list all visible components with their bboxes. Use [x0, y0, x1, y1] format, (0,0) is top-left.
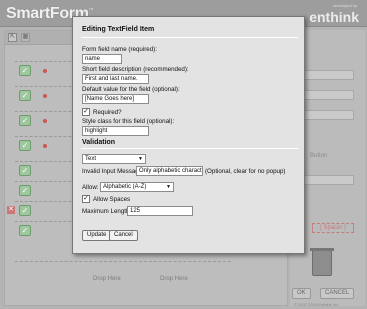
drop-zone-row — [15, 261, 231, 279]
dialog-title: Editing TextField Item — [82, 26, 155, 33]
field-name-input[interactable]: name — [82, 54, 122, 64]
edit-check-icon[interactable]: ✓ — [19, 205, 31, 216]
validation-type-value: Text — [85, 156, 97, 162]
update-button[interactable]: Update — [82, 230, 112, 241]
trash-icon[interactable] — [310, 248, 334, 276]
title-divider — [81, 37, 298, 38]
edit-textfield-dialog: Editing TextField Item Form field name (… — [72, 16, 305, 254]
style-class-input[interactable]: highlight — [82, 126, 149, 136]
invalid-message-hint: (Optional, clear for no popup) — [205, 168, 286, 175]
invalid-message-label: Invalid Input Message: — [82, 168, 144, 175]
ok-button[interactable]: OK — [292, 288, 311, 299]
max-length-input[interactable]: 125 — [127, 206, 193, 216]
required-checkbox[interactable]: ✓ — [82, 108, 90, 116]
style-class-label: Style class for this field (optional): — [82, 118, 175, 125]
cancel-main-label: CANCEL — [325, 290, 350, 296]
invalid-message-input[interactable]: Only alphabetic characters — [136, 166, 203, 176]
edit-check-icon[interactable]: ✓ — [19, 185, 31, 196]
required-label: Required? — [93, 109, 122, 116]
layout-icon[interactable]: ⇱ — [8, 33, 17, 42]
logo-tm: ™ — [88, 7, 94, 14]
edit-check-icon[interactable]: ✓ — [19, 65, 31, 76]
default-value-input[interactable]: [Name Goes here] — [82, 94, 149, 104]
required-dot-icon — [43, 69, 47, 73]
edit-check-icon[interactable]: ✓ — [19, 90, 31, 101]
edit-check-icon[interactable]: ✓ — [19, 165, 31, 176]
copyright-text: © 2007-2010 Enthink Inc. — [294, 302, 340, 307]
palette-item[interactable] — [298, 90, 354, 100]
allow-label: Allow: — [82, 184, 99, 191]
validation-heading: Validation — [82, 139, 116, 146]
chevron-down-icon: ▼ — [138, 156, 143, 162]
grid-icon[interactable]: ▦ — [21, 33, 30, 42]
allow-value: Alphabetic (A-Z) — [103, 184, 147, 190]
allow-spaces-label: Allow Spaces — [93, 196, 131, 203]
required-dot-icon — [43, 94, 47, 98]
edit-check-icon[interactable]: ✓ — [19, 115, 31, 126]
required-dot-icon — [43, 119, 47, 123]
validation-divider — [81, 148, 298, 149]
cancel-main-button[interactable]: CANCEL — [320, 288, 355, 299]
required-dot-icon — [43, 144, 47, 148]
cancel-button[interactable]: Cancel — [109, 230, 138, 241]
allow-select[interactable]: Alphabetic (A-Z) ▼ — [100, 182, 174, 192]
palette-item[interactable] — [298, 175, 354, 185]
drop-zone-right[interactable]: Drop Here — [160, 276, 188, 282]
drop-zone-left[interactable]: Drop Here — [93, 276, 121, 282]
brand-logo: enthink — [309, 9, 359, 25]
field-description-input[interactable]: First and last name. — [82, 74, 149, 84]
max-length-label: Maximum Length: — [82, 208, 132, 215]
validation-type-select[interactable]: Text ▼ — [82, 154, 146, 164]
edit-check-icon[interactable]: ✓ — [19, 225, 31, 236]
field-description-label: Short field description (recommended): — [82, 66, 189, 73]
default-value-label: Default value for the field (optional): — [82, 86, 180, 93]
edit-check-icon[interactable]: ✓ — [19, 140, 31, 151]
developed-by-text: developed by — [333, 3, 357, 8]
cancel-button-label: Cancel — [114, 232, 133, 238]
allow-spaces-checkbox[interactable]: ✓ — [82, 195, 90, 203]
palette-item[interactable] — [298, 110, 354, 120]
palette-button-item[interactable]: Button — [310, 153, 327, 159]
ok-button-label: OK — [297, 290, 306, 296]
palette-spacer-item[interactable]: [ Spacer ] — [312, 223, 354, 233]
field-name-label: Form field name (required): — [82, 46, 157, 53]
palette-item[interactable] — [298, 70, 354, 80]
update-button-label: Update — [87, 232, 107, 238]
delete-icon[interactable]: ✕ — [7, 206, 15, 214]
chevron-down-icon: ▼ — [166, 184, 171, 190]
